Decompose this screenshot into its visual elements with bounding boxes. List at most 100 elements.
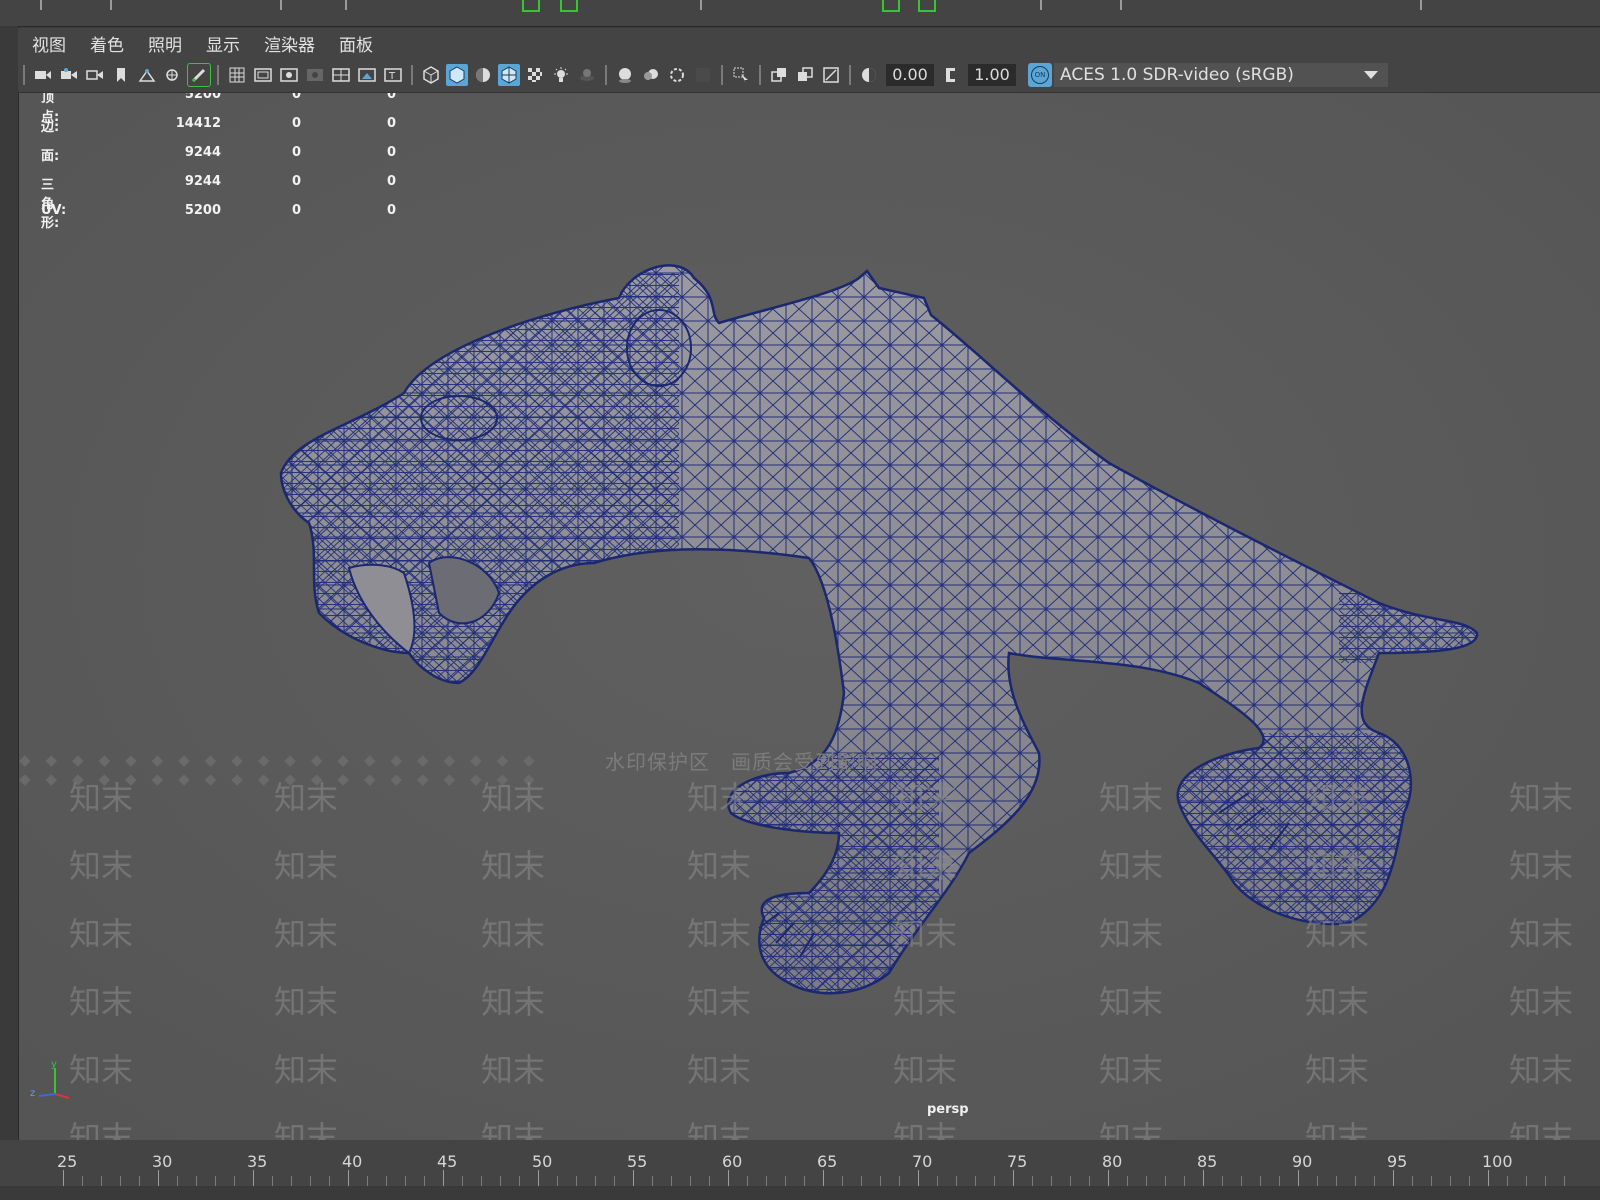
2d-pan-zoom-icon[interactable] [162, 64, 184, 86]
time-slider[interactable]: 25 30 35 40 45 50 55 60 65 70 75 80 85 90 95 100 [0, 1140, 1600, 1200]
lights-icon[interactable] [550, 64, 572, 86]
frame-tick [1564, 1176, 1565, 1186]
watermark-band: ◆◆◆◆◆◆◆◆◆◆◆◆◆◆◆◆◆◆◆◆ ◆◆◆◆◆◆◆◆◆◆◆◆◆◆◆◆◆◆◆… [19, 749, 1600, 788]
xray-joints-icon[interactable] [820, 64, 842, 86]
watermark-band-text: 水印保护区 画质会受到影响 [605, 750, 878, 774]
xray-icon[interactable] [768, 64, 790, 86]
menu-panels[interactable]: 面板 [337, 29, 375, 58]
watermark-text: 知末 [1305, 1051, 1370, 1089]
watermark-text: 知末 [1099, 1119, 1164, 1140]
frame-tick [1260, 1176, 1261, 1186]
toolbar-separator [721, 65, 723, 85]
frame-tick [1336, 1176, 1337, 1186]
watermark-text: 知末 [274, 779, 339, 817]
hud-value: 9244 [184, 145, 221, 160]
frame-tick [1184, 1176, 1185, 1186]
frame-tick [1526, 1176, 1527, 1186]
watermark-text: 知末 [481, 1051, 546, 1089]
watermark-text: 知末 [1099, 983, 1164, 1021]
gamma-field[interactable]: 1.00 [968, 64, 1016, 86]
watermark-text: 知末 [893, 915, 958, 953]
safe-action-icon[interactable] [356, 64, 378, 86]
frame-tick [899, 1176, 900, 1186]
screen-space-ao-icon[interactable] [614, 64, 636, 86]
watermark-text: 知末 [687, 983, 752, 1021]
textured-icon[interactable] [524, 64, 546, 86]
frame-tick [1469, 1176, 1470, 1186]
wireframe-cube-icon[interactable] [420, 64, 442, 86]
gate-mask-icon[interactable] [304, 64, 326, 86]
hud-label: 边: [41, 120, 60, 135]
view-transform-dropdown[interactable]: ACES 1.0 SDR-video (sRGB) [1054, 63, 1388, 87]
menu-view[interactable]: 视图 [30, 29, 68, 58]
frame-tick [82, 1176, 83, 1186]
watermark-text: 知末 [687, 779, 752, 817]
bookmark-icon[interactable] [110, 64, 132, 86]
depth-of-field-icon[interactable] [692, 64, 714, 86]
frame-tick [1412, 1176, 1413, 1186]
frame-tick [1165, 1176, 1166, 1186]
gamma-icon[interactable] [940, 64, 962, 86]
film-gate-icon[interactable] [252, 64, 274, 86]
exposure-icon[interactable] [858, 64, 880, 86]
resolution-gate-icon[interactable] [278, 64, 300, 86]
safe-title-icon[interactable]: T [382, 64, 404, 86]
panel-toolbar: T 0.00 1.00 ON ACES 1.0 SDR-video (sRGB) [18, 58, 1600, 93]
frame-tick [1051, 1176, 1052, 1186]
hud-value: 0 [386, 203, 396, 218]
watermark-text: 知末 [1305, 847, 1370, 885]
hud-value: 0 [386, 174, 396, 189]
frame-tick [1203, 1170, 1204, 1186]
isolate-select-icon[interactable] [730, 64, 752, 86]
shelf-tick [1420, 0, 1422, 10]
anti-aliasing-icon[interactable] [666, 64, 688, 86]
bookmark-camera-icon[interactable] [84, 64, 106, 86]
camera-attributes-icon[interactable] [58, 64, 80, 86]
image-plane-icon[interactable] [136, 64, 158, 86]
frame-tick [348, 1170, 349, 1186]
watermark-text: 知末 [1305, 1119, 1370, 1140]
frame-tick [1507, 1176, 1508, 1186]
exposure-field[interactable]: 0.00 [886, 64, 934, 86]
watermark-text: 知末 [687, 1051, 752, 1089]
time-slider-track[interactable] [0, 1186, 1600, 1200]
frame-tick [576, 1176, 577, 1186]
default-material-icon[interactable] [472, 64, 494, 86]
watermark-text: 知末 [687, 1119, 752, 1140]
motion-blur-icon[interactable] [640, 64, 662, 86]
frame-tick [1032, 1176, 1033, 1186]
menu-lighting[interactable]: 照明 [146, 29, 184, 58]
perspective-viewport[interactable]: 顶点: 5200 0 0 边: 14412 0 0 面: 9244 0 0 三角… [19, 93, 1600, 1140]
select-camera-icon[interactable] [32, 64, 54, 86]
shelf-tick [1040, 0, 1042, 10]
frame-tick [994, 1176, 995, 1186]
menu-shading[interactable]: 着色 [88, 29, 126, 58]
hud-value: 0 [386, 116, 396, 131]
smooth-shade-cube-icon[interactable] [446, 64, 468, 86]
hud-value: 9244 [184, 174, 221, 189]
frame-tick [272, 1176, 273, 1186]
watermark-text: 知末 [1099, 779, 1164, 817]
shelf-tick [345, 0, 347, 10]
frame-tick [443, 1170, 444, 1186]
hud-value: 14412 [175, 116, 221, 131]
frame-tick [918, 1170, 919, 1186]
hud-value: 0 [291, 116, 301, 131]
menu-show[interactable]: 显示 [204, 29, 242, 58]
menu-renderer[interactable]: 渲染器 [262, 29, 317, 58]
watermark-text: 知末 [687, 847, 752, 885]
shelf-green-bracket [560, 0, 578, 12]
xray-active-components-icon[interactable] [794, 64, 816, 86]
wireframe-on-shaded-icon[interactable] [498, 64, 520, 86]
color-management-toggle[interactable]: ON [1028, 63, 1052, 87]
toolbar-separator [217, 65, 219, 85]
field-chart-icon[interactable] [330, 64, 352, 86]
watermark-text: 知末 [1305, 983, 1370, 1021]
shelf-tick [700, 0, 702, 10]
grid-icon[interactable] [226, 64, 248, 86]
watermark-text: 知末 [893, 1051, 958, 1089]
chevron-down-icon [1364, 71, 1378, 79]
frame-tick [196, 1176, 197, 1186]
grease-pencil-icon[interactable] [187, 63, 211, 87]
shadows-icon[interactable] [576, 64, 598, 86]
